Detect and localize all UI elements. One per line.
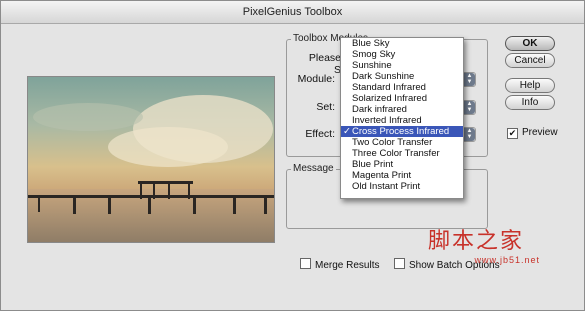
module-label: Module:: [297, 73, 335, 85]
menu-item[interactable]: Blue Sky: [341, 38, 463, 49]
watermark-url: www.jb51.net: [474, 255, 540, 265]
menu-item[interactable]: Smog Sky: [341, 49, 463, 60]
info-button[interactable]: Info: [505, 95, 555, 110]
show-batch-box: [394, 258, 405, 269]
set-select-arrows-icon: ▲ ▼: [464, 101, 475, 114]
watermark-text: 脚本之家: [428, 229, 525, 254]
image-preview: [27, 76, 275, 243]
effect-dropdown-menu[interactable]: Blue Sky Smog Sky Sunshine Dark Sunshine…: [340, 37, 464, 199]
ok-button[interactable]: OK: [505, 36, 555, 51]
cancel-button[interactable]: Cancel: [505, 53, 555, 68]
merge-results-box: [300, 258, 311, 269]
menu-item[interactable]: Solarized Infrared: [341, 93, 463, 104]
preview-label: Preview: [522, 127, 558, 138]
module-select-arrows-icon: ▲ ▼: [464, 73, 475, 86]
watermark: 脚本之家 www.jb51.net: [428, 229, 548, 274]
preview-checkbox[interactable]: ✔ Preview: [507, 127, 558, 139]
menu-item[interactable]: Inverted Infrared: [341, 115, 463, 126]
help-button[interactable]: Help: [505, 78, 555, 93]
toolbox-dialog: PixelGenius Toolbox Toolbox Modules Plea…: [0, 0, 585, 311]
dialog-title: PixelGenius Toolbox: [1, 1, 584, 24]
menu-item[interactable]: Dark Sunshine: [341, 71, 463, 82]
menu-item[interactable]: Old Instant Print: [341, 181, 463, 192]
menu-item-selected[interactable]: ✓ Cross Process Infrared: [341, 126, 463, 137]
menu-item[interactable]: Sunshine: [341, 60, 463, 71]
menu-item[interactable]: Dark infrared: [341, 104, 463, 115]
message-label: Message: [291, 163, 336, 174]
menu-item[interactable]: Magenta Print: [341, 170, 463, 181]
menu-item[interactable]: Standard Infrared: [341, 82, 463, 93]
preview-check-icon: ✔: [507, 128, 518, 139]
effect-select-arrows-icon: ▲ ▼: [464, 128, 475, 141]
set-label: Set:: [316, 101, 335, 113]
menu-item[interactable]: Blue Print: [341, 159, 463, 170]
pier-photo: [28, 77, 274, 242]
merge-results-label: Merge Results: [315, 260, 380, 271]
menu-item[interactable]: Three Color Transfer: [341, 148, 463, 159]
checkmark-icon: ✓: [343, 126, 351, 137]
menu-item[interactable]: Two Color Transfer: [341, 137, 463, 148]
effect-label: Effect:: [305, 128, 335, 140]
merge-results-checkbox[interactable]: Merge Results: [300, 258, 379, 271]
selected-item-label: Cross Process Infrared: [352, 126, 450, 137]
